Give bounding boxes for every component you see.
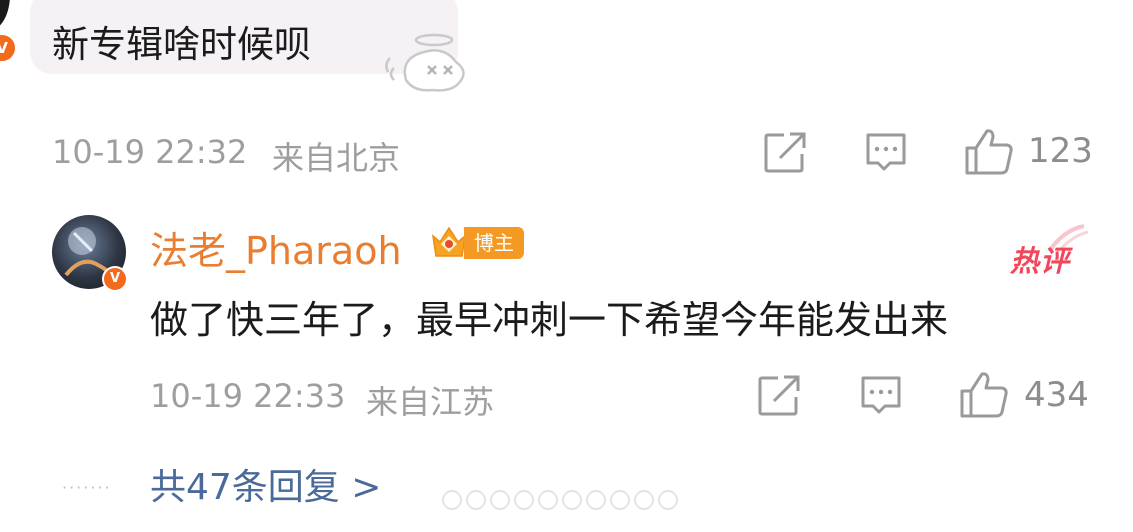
username[interactable]: 法老_Pharaoh (150, 220, 402, 275)
comment-date: 10-19 22:32 (52, 133, 248, 171)
verified-badge: V (102, 266, 128, 292)
comment-thread: V 新专辑啥时候呗 10-19 22:32 来自北京 123 V 法老_Phar… (0, 0, 1133, 532)
divider: ······· (62, 478, 112, 497)
like-count: 434 (1024, 375, 1089, 415)
avatar[interactable] (0, 0, 10, 30)
share-icon[interactable] (756, 373, 802, 419)
share-icon[interactable] (762, 130, 808, 176)
verified-badge: V (0, 32, 18, 64)
reply-text: 做了快三年了，最早冲刺一下希望今年能发出来 (150, 298, 949, 342)
dizzy-face-icon (385, 33, 465, 92)
reply-location: 来自江苏 (366, 383, 495, 421)
comment-icon[interactable] (858, 373, 904, 419)
more-replies-link[interactable]: 共47条回复 > (150, 458, 381, 510)
comment-text: 新专辑啥时候呗 (52, 23, 311, 66)
watermark (442, 490, 678, 510)
role-badge: 博主 (464, 227, 524, 259)
like-icon[interactable] (958, 370, 1010, 420)
hot-comment-tag: 热评 (1010, 244, 1071, 278)
like-icon[interactable] (963, 127, 1015, 177)
reply-date: 10-19 22:33 (150, 377, 346, 415)
comment-icon[interactable] (863, 130, 909, 176)
like-count: 123 (1028, 131, 1093, 171)
comment-location: 来自北京 (272, 139, 401, 177)
